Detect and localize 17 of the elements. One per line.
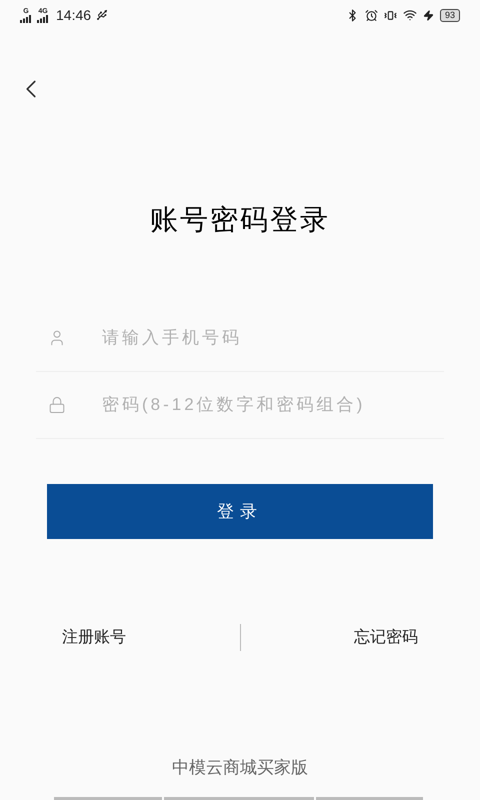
app-name: 中模云商城买家版	[171, 757, 309, 779]
login-button[interactable]: 登录	[47, 484, 433, 539]
signal-icon	[37, 14, 49, 22]
battery-level: 93	[440, 8, 460, 22]
wifi-icon	[402, 8, 417, 22]
vibrate-icon	[384, 8, 397, 22]
password-field[interactable]: 密码(8-12位数字和密码组合)	[102, 392, 444, 418]
charging-icon	[422, 10, 434, 20]
forgot-password-link[interactable]: 忘记密码	[354, 626, 418, 650]
register-link[interactable]: 注册账号	[62, 626, 126, 650]
clock-time: 14:46	[56, 6, 92, 24]
signal-icon	[20, 14, 32, 22]
lock-icon	[48, 396, 66, 414]
page-title: 账号密码登录	[149, 203, 331, 237]
usb-icon	[96, 9, 108, 21]
phone-field[interactable]: 请输入手机号码	[102, 325, 444, 351]
alarm-icon	[364, 8, 378, 22]
